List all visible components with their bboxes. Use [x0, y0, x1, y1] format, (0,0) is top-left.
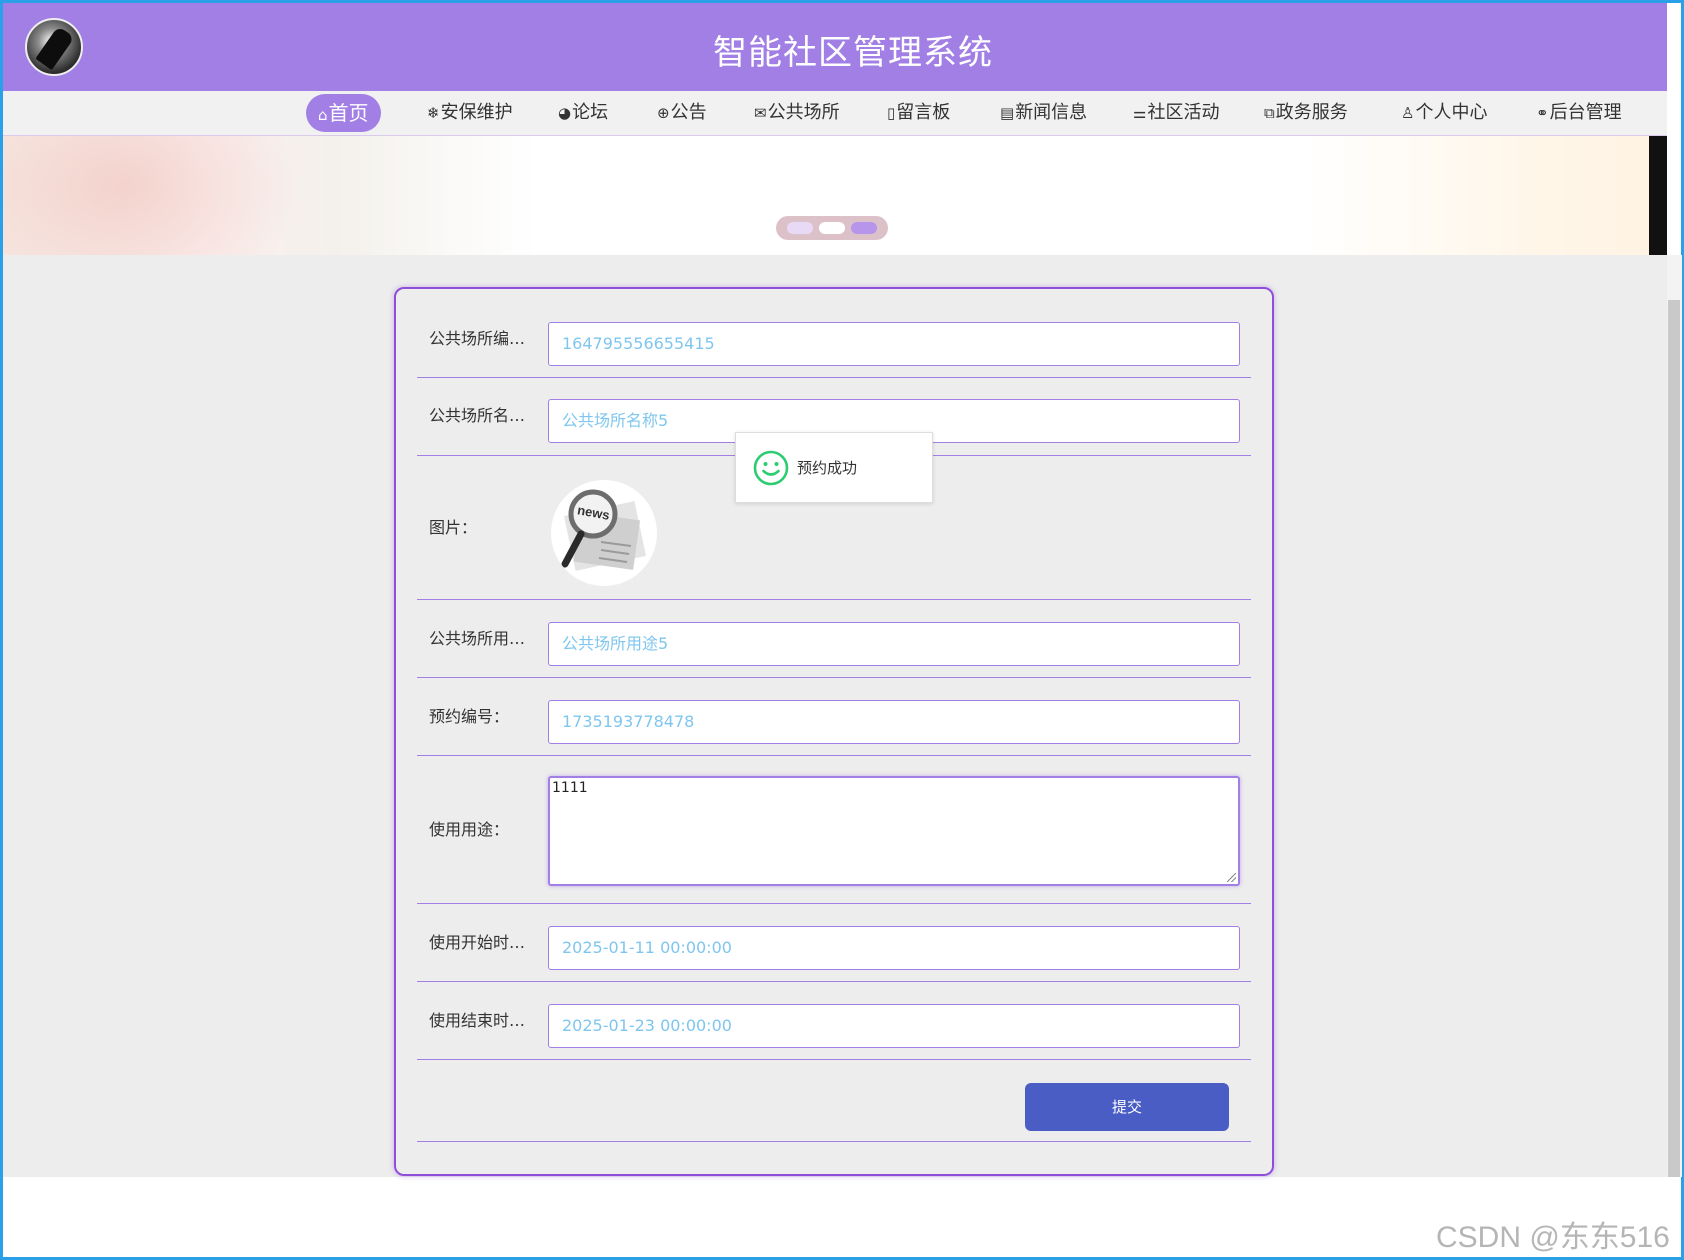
- site-header: 智能社区管理系统: [3, 3, 1667, 91]
- carousel-dot-1[interactable]: [787, 222, 813, 234]
- csdn-watermark: CSDN @东东516: [1436, 1221, 1670, 1254]
- carousel-dot-2[interactable]: [819, 222, 845, 234]
- banner-edge: [1649, 136, 1667, 255]
- nav-item-notice[interactable]: ⊕公告: [657, 94, 707, 132]
- resize-handle[interactable]: [1227, 873, 1236, 882]
- end-time-label: 使用结束时间：: [429, 1011, 533, 1030]
- book-icon: ⧉: [1264, 104, 1275, 122]
- nav-item-activity[interactable]: ⚌社区活动: [1133, 94, 1219, 132]
- place-name-label: 公共场所名称：: [429, 406, 533, 425]
- news-image[interactable]: news: [551, 480, 657, 586]
- usage-textarea[interactable]: 1111: [548, 776, 1240, 886]
- start-time-field[interactable]: 2025-01-11 00:00:00: [548, 926, 1240, 970]
- usage-label: 使用用途：: [429, 820, 510, 839]
- form-row-place-use: 公共场所用途： 公共场所用途5: [417, 600, 1251, 678]
- board-icon: ▯: [887, 104, 896, 122]
- snowflake-icon: ❄: [427, 104, 440, 122]
- home-icon: ⌂: [318, 106, 328, 124]
- image-label: 图片：: [429, 518, 478, 537]
- nav-item-admin[interactable]: ⚭后台管理: [1536, 94, 1622, 132]
- success-toast: 预约成功: [735, 432, 933, 503]
- form-row-booking-no: 预约编号： 1735193778478: [417, 678, 1251, 756]
- news-icon: ▤: [1000, 104, 1015, 122]
- user-icon: ♙: [1401, 104, 1415, 122]
- smile-icon: [753, 450, 789, 486]
- news-magnifier-icon: news: [561, 489, 647, 571]
- form-row-place-no: 公共场所编号： 164795556655415: [417, 301, 1251, 378]
- form-row-usage: 使用用途： 1111: [417, 756, 1251, 904]
- mail-icon: ✉: [754, 104, 767, 122]
- nav-item-government[interactable]: ⧉政务服务: [1264, 94, 1348, 132]
- nav-item-home[interactable]: ⌂首页: [306, 94, 381, 132]
- form-row-end-time: 使用结束时间： 2025-01-23 00:00:00: [417, 982, 1251, 1060]
- palette-icon: ◕: [558, 104, 572, 122]
- nav-item-profile[interactable]: ♙个人中心: [1401, 94, 1487, 132]
- main-nav: ⌂首页 ❄安保维护 ◕论坛 ⊕公告 ✉公共场所 ▯留言板 ▤新闻信息 ⚌社区活动…: [3, 91, 1667, 136]
- submit-button[interactable]: 提交: [1025, 1083, 1229, 1131]
- carousel-dot-3[interactable]: [851, 222, 877, 234]
- link-icon: ⚭: [1536, 104, 1549, 122]
- nav-item-forum[interactable]: ◕论坛: [558, 94, 608, 132]
- start-time-label: 使用开始时间：: [429, 933, 533, 952]
- nav-item-public-place[interactable]: ✉公共场所: [754, 94, 840, 132]
- site-title: 智能社区管理系统: [713, 33, 993, 73]
- place-no-label: 公共场所编号：: [429, 329, 533, 348]
- place-use-label: 公共场所用途：: [429, 629, 533, 648]
- form-row-start-time: 使用开始时间： 2025-01-11 00:00:00: [417, 904, 1251, 982]
- end-time-field[interactable]: 2025-01-23 00:00:00: [548, 1004, 1240, 1048]
- nav-item-message-board[interactable]: ▯留言板: [887, 94, 950, 132]
- toast-message: 预约成功: [797, 459, 858, 477]
- sliders-icon: ⚌: [1133, 104, 1147, 122]
- booking-no-field[interactable]: 1735193778478: [548, 700, 1240, 744]
- place-no-field[interactable]: 164795556655415: [548, 322, 1240, 366]
- globe-icon: ⊕: [657, 104, 670, 122]
- nav-item-news[interactable]: ▤新闻信息: [1000, 94, 1087, 132]
- carousel-indicators: [776, 216, 888, 240]
- nav-item-security[interactable]: ❄安保维护: [427, 94, 513, 132]
- scrollbar-thumb[interactable]: [1668, 300, 1680, 1177]
- place-use-field[interactable]: 公共场所用途5: [548, 622, 1240, 666]
- booking-no-label: 预约编号：: [429, 707, 510, 726]
- usage-text: 1111: [552, 780, 588, 796]
